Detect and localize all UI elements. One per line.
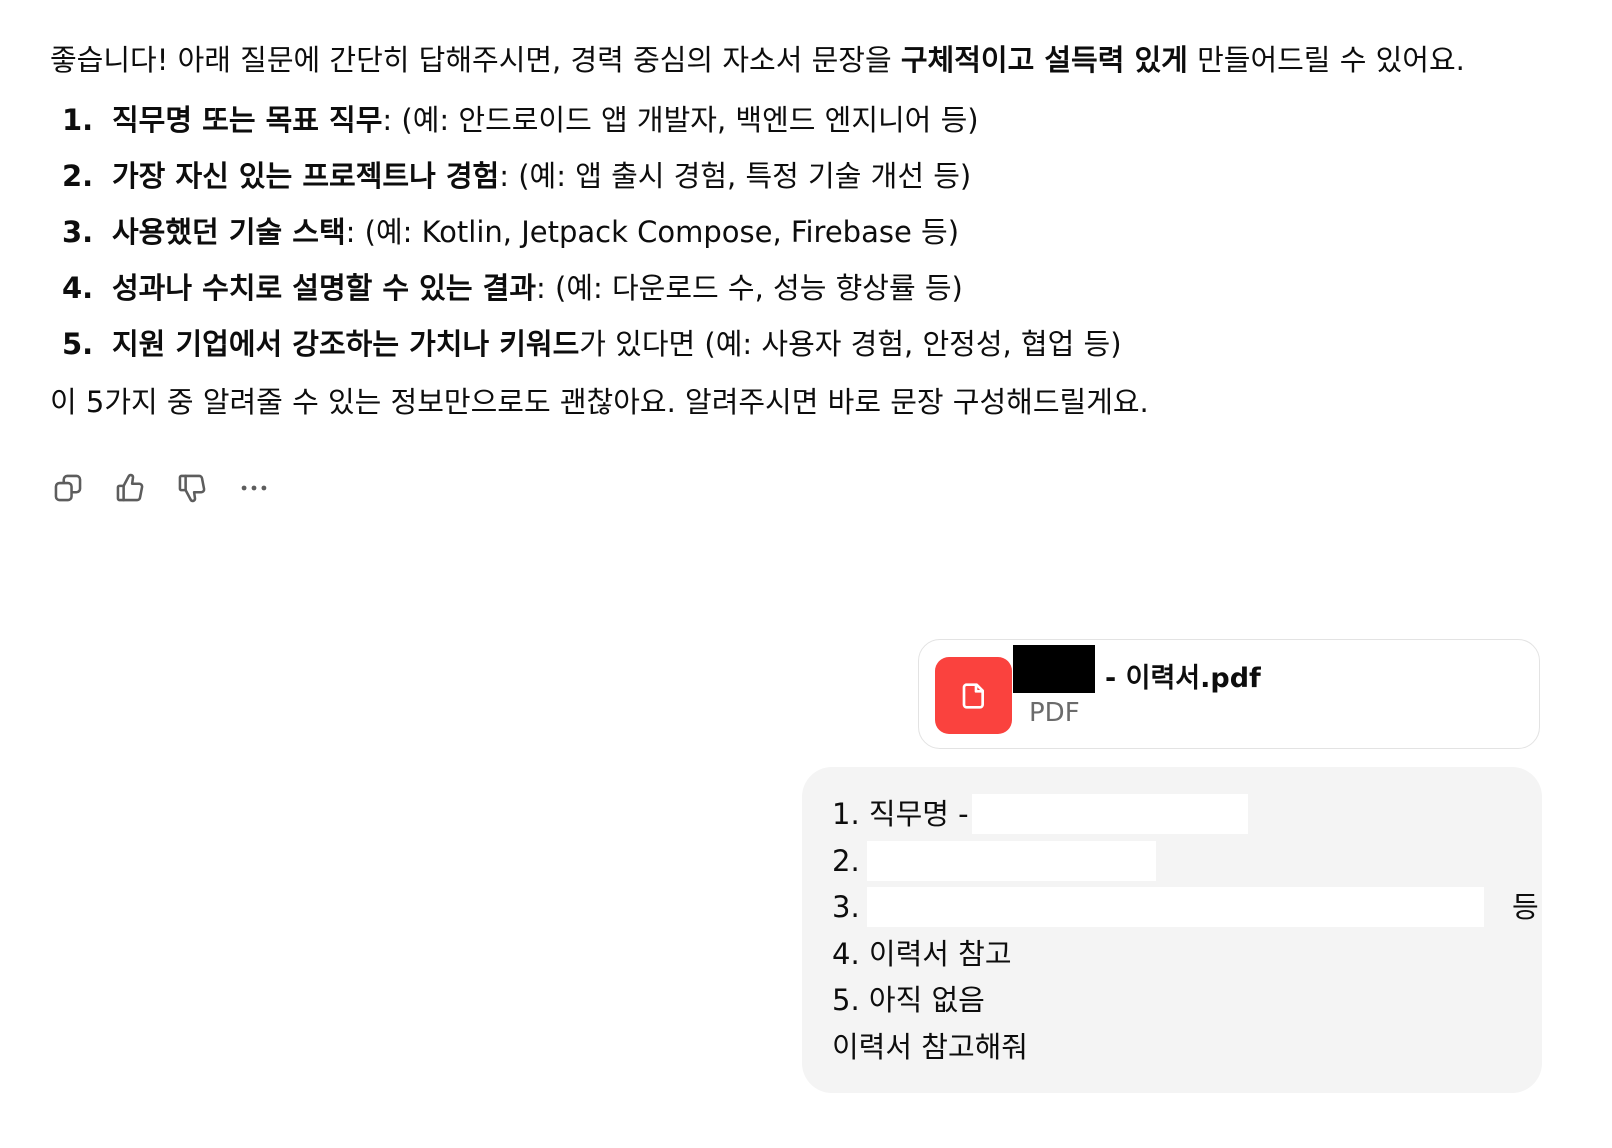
redacted-filename [1013,645,1095,693]
list-item: 2. 가장 자신 있는 프로젝트나 경험: (예: 앱 출시 경험, 특정 기술 … [50,154,1550,198]
intro-paragraph: 좋습니다! 아래 질문에 간단히 답해주시면, 경력 중심의 자소서 문장을 구… [50,38,1550,82]
list-item: 1. 직무명 또는 목표 직무: (예: 안드로이드 앱 개발자, 백엔드 엔지니… [50,98,1550,142]
list-number: 4. [62,271,94,305]
redacted-text [867,840,1156,881]
intro-text: 좋습니다! 아래 질문에 간단히 답해주시면, 경력 중심의 자소서 문장을 [50,43,901,77]
list-item-title: 성과나 수치로 설명할 수 있는 결과 [112,271,537,305]
user-message-line: 2. [832,838,1512,885]
pdf-file-badge [935,657,1012,734]
thumbs-up-icon [116,473,144,502]
user-message-line: 4. 이력서 참고 [832,931,1512,978]
list-item-title: 사용했던 기술 스택 [112,215,346,249]
list-item-detail: : (예: Kotlin, Jetpack Compose, Firebase … [345,215,960,249]
user-line-text: 이력서 참고해줘 [832,1029,1028,1064]
user-message-line: 1. 직무명 - [832,791,1512,838]
outro-paragraph: 이 5가지 중 알려줄 수 있는 정보만으로도 괜찮아요. 알려주시면 바로 문… [50,385,1149,419]
attachment-card[interactable]: - 이력서.pdf PDF [918,639,1540,749]
thumbs-down-button[interactable] [174,470,210,506]
list-item-title: 지원 기업에서 강조하는 가치나 키워드 [112,327,580,361]
document-icon [962,682,984,709]
question-list: 1. 직무명 또는 목표 직무: (예: 안드로이드 앱 개발자, 백엔드 엔지니… [50,98,1550,366]
list-number: 2. [62,159,94,193]
list-number: 1. [62,103,94,137]
more-options-button[interactable] [236,470,272,506]
attachment-filetype: PDF [1029,698,1080,728]
user-message: 1. 직무명 - 2. 3. 등 4. 이력서 참고 5. 아직 없음 이력서 … [802,767,1542,1093]
copy-icon [54,474,82,502]
list-item-detail: : (예: 안드로이드 앱 개발자, 백엔드 엔지니어 등) [382,103,979,137]
user-line-text: 4. 이력서 참고 [832,936,1012,971]
copy-button[interactable] [50,470,86,506]
list-item-title: 직무명 또는 목표 직무 [112,103,383,137]
thumbs-up-button[interactable] [112,470,148,506]
user-line-text: 3. [832,890,860,924]
list-item-detail: 가 있다면 (예: 사용자 경험, 안정성, 협업 등) [579,327,1122,361]
list-number: 3. [62,215,94,249]
list-item-detail: : (예: 앱 출시 경험, 특정 기술 개선 등) [499,159,972,193]
user-line-text: 2. [832,843,860,878]
user-line-text: 1. 직무명 - [832,797,969,831]
intro-bold-text: 구체적이고 설득력 있게 [900,43,1188,77]
redacted-text [867,887,1484,927]
thumbs-down-icon [178,474,206,503]
user-message-line: 5. 아직 없음 [832,977,1512,1024]
intro-text-end: 만들어드릴 수 있어요. [1187,43,1465,77]
list-item-title: 가장 자신 있는 프로젝트나 경험 [112,159,500,193]
list-item-detail: : (예: 다운로드 수, 성능 향상률 등) [536,271,963,305]
user-message-line: 3. 등 [832,884,1539,931]
list-item: 4. 성과나 수치로 설명할 수 있는 결과: (예: 다운로드 수, 성능 향상… [50,266,1550,310]
attachment-filename: - 이력서.pdf [1105,663,1261,694]
more-icon [241,485,267,491]
user-line-text: 5. 아직 없음 [832,983,985,1017]
list-item: 3. 사용했던 기술 스택: (예: Kotlin, Jetpack Compos… [50,210,1550,254]
user-message-line: 이력서 참고해줘 [832,1024,1512,1071]
assistant-message: 좋습니다! 아래 질문에 간단히 답해주시면, 경력 중심의 자소서 문장을 구… [50,38,1550,424]
list-number: 5. [62,327,94,361]
user-line-trail: 등 [1512,890,1539,924]
message-actions [50,470,272,506]
redacted-text [972,794,1248,834]
list-item: 5. 지원 기업에서 강조하는 가치나 키워드가 있다면 (예: 사용자 경험, … [50,322,1550,366]
